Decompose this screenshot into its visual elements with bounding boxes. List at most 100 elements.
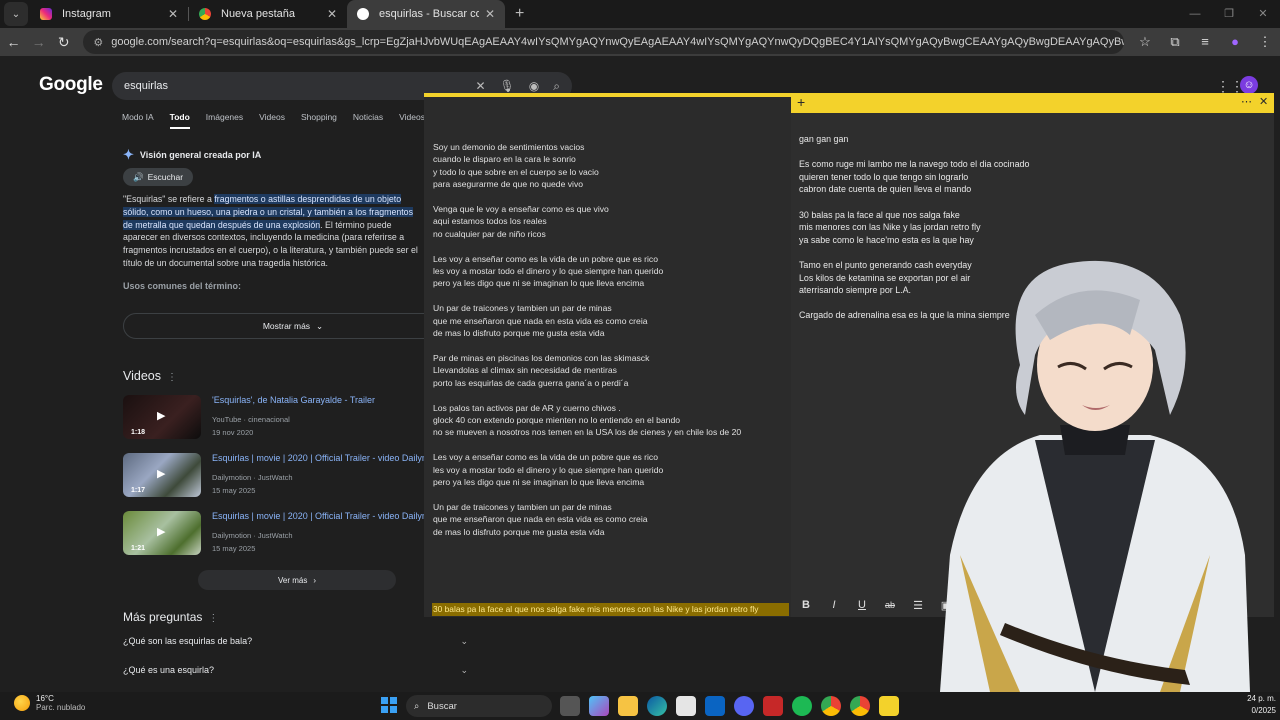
video-date: 19 nov 2020 [212, 428, 254, 437]
tab-videos[interactable]: Videos [259, 112, 285, 129]
lens-icon[interactable]: ◉ [529, 79, 539, 93]
video-date: 15 may 2025 [212, 544, 256, 553]
reload-icon[interactable]: ↻ [52, 34, 75, 51]
play-icon: ▶ [157, 526, 166, 538]
maximize-icon[interactable]: ❐ [1212, 0, 1246, 28]
bullet-list-icon[interactable]: ☰ [911, 599, 925, 612]
more-options-icon[interactable]: ⋯ [1241, 95, 1252, 108]
system-clock[interactable]: 24 p. m. 0/2025 [1236, 693, 1276, 717]
clock-date: 0/2025 [1251, 706, 1276, 715]
show-more-label: Mostrar más [262, 321, 311, 331]
taskbar-search[interactable]: ⌕ Buscar [406, 695, 552, 717]
video-result[interactable]: ▶ 1:17 Esquirlas | movie | 2020 | Offici… [123, 453, 433, 499]
taskbar: 16°C Parc. nublado ⌕ Buscar 24 p. m. 0/2… [0, 692, 1280, 720]
chrome-icon[interactable] [850, 696, 870, 716]
more-options-icon[interactable]: ⋮ [167, 372, 177, 383]
weather-condition: Parc. nublado [36, 703, 86, 712]
close-tab-icon[interactable]: ✕ [485, 7, 495, 21]
back-icon[interactable]: ← [2, 34, 25, 50]
strikethrough-icon[interactable]: ab [883, 600, 897, 610]
outlook-icon[interactable] [705, 696, 725, 716]
app-icon[interactable] [763, 696, 783, 716]
video-thumbnail[interactable]: ▶ 1:17 [123, 453, 201, 497]
copilot-icon[interactable] [589, 696, 609, 716]
tab-title: esquirlas - Buscar con Google [379, 8, 479, 20]
forward-icon[interactable]: → [27, 34, 50, 50]
site-info-icon[interactable]: ⚙ [93, 36, 103, 49]
store-icon[interactable] [676, 696, 696, 716]
tab-title: Nueva pestaña [221, 8, 295, 20]
video-title[interactable]: Esquirlas | movie | 2020 | Official Trai… [212, 453, 432, 463]
video-source: YouTube · cinenacional [212, 415, 290, 424]
edge-icon[interactable] [647, 696, 667, 716]
ver-mas-button[interactable]: Ver más › [198, 570, 396, 590]
more-options-icon[interactable]: ⋮ [208, 613, 218, 624]
question-item[interactable]: ¿Qué son las esquirlas de bala? ⌄ [123, 636, 468, 647]
extensions-icon[interactable]: ⧉ [1160, 34, 1190, 50]
video-title[interactable]: 'Esquirlas', de Natalia Garayalde - Trai… [212, 395, 432, 405]
mas-preguntas-title: Más preguntas [123, 610, 203, 624]
video-date: 15 may 2025 [212, 486, 256, 495]
video-result[interactable]: ▶ 1:21 Esquirlas | movie | 2020 | Offici… [123, 511, 433, 557]
sticky-title-bar[interactable]: + ⋯ ✕ [791, 93, 1274, 113]
mic-icon[interactable]: 🎙 [500, 79, 515, 93]
tab-new-tab[interactable]: Nueva pestaña ✕ [189, 0, 347, 28]
profile-icon[interactable]: ● [1220, 34, 1250, 50]
menu-icon[interactable]: ⋮ [1250, 34, 1280, 50]
close-tab-icon[interactable]: ✕ [327, 7, 337, 21]
spotify-icon[interactable] [792, 696, 812, 716]
sticky-notes-icon[interactable] [879, 696, 899, 716]
lyrics-text[interactable]: Soy un demonio de sentimientos vacios cu… [433, 141, 783, 538]
add-note-icon[interactable]: + [797, 94, 805, 110]
video-duration: 1:18 [131, 429, 146, 436]
video-title[interactable]: Esquirlas | movie | 2020 | Official Trai… [212, 511, 432, 521]
weather-widget[interactable]: 16°C Parc. nublado [14, 694, 85, 712]
tab-shopping[interactable]: Shopping [301, 112, 337, 129]
tab-instagram[interactable]: Instagram ✕ [30, 0, 188, 28]
ai-overview-heading: ✦ Visión general creada por IA [123, 147, 261, 163]
video-result[interactable]: ▶ 1:18 'Esquirlas', de Natalia Garayalde… [123, 395, 433, 441]
url-text: google.com/search?q=esquirlas&oq=esquirl… [111, 36, 1124, 48]
show-more-button[interactable]: Mostrar más ⌄ [123, 313, 463, 339]
video-thumbnail[interactable]: ▶ 1:18 [123, 395, 201, 439]
chevron-down-icon: ⌄ [460, 665, 468, 675]
chrome-icon[interactable] [821, 696, 841, 716]
address-bar[interactable]: ⚙ google.com/search?q=esquirlas&oq=esqui… [83, 30, 1124, 54]
close-icon[interactable]: ✕ [1259, 95, 1268, 108]
discord-icon[interactable] [734, 696, 754, 716]
account-avatar[interactable]: ☺ [1240, 76, 1258, 94]
close-window-icon[interactable]: ✕ [1246, 0, 1280, 28]
tab-noticias[interactable]: Noticias [353, 112, 383, 129]
tab-imagenes[interactable]: Imágenes [206, 112, 243, 129]
bookmark-star-icon[interactable]: ☆ [1130, 34, 1160, 50]
browser-toolbar: ← → ↻ ⚙ google.com/search?q=esquirlas&oq… [0, 28, 1280, 56]
google-icon [357, 8, 369, 20]
new-tab-button[interactable]: + [515, 5, 524, 23]
video-source: Dailymotion · JustWatch [212, 531, 293, 540]
video-thumbnail[interactable]: ▶ 1:21 [123, 511, 201, 555]
tab-modo-ia[interactable]: Modo IA [122, 112, 154, 129]
tab-google-search[interactable]: esquirlas - Buscar con Google ✕ [347, 0, 505, 28]
windows-start-icon[interactable] [381, 697, 397, 713]
google-logo[interactable]: Google [39, 74, 103, 96]
minimize-icon[interactable]: — [1178, 0, 1212, 28]
chrome-icon [199, 8, 211, 20]
clear-icon[interactable]: ✕ [475, 79, 485, 93]
listen-button[interactable]: 🔊 Escuchar [123, 168, 194, 186]
media-icon[interactable]: ≡ [1190, 34, 1220, 50]
bold-icon[interactable]: B [799, 599, 813, 611]
ai-overview-title: Visión general creada por IA [139, 150, 262, 160]
tab-todo[interactable]: Todo [169, 112, 190, 129]
question-text: ¿Qué es una esquirla? [123, 665, 215, 675]
question-item[interactable]: ¿Qué es una esquirla? ⌄ [123, 665, 468, 676]
tab-search-button[interactable]: ⌄ [4, 2, 28, 26]
search-query[interactable]: esquirlas [124, 80, 461, 92]
search-icon[interactable]: ⌕ [553, 79, 560, 94]
file-explorer-icon[interactable] [618, 696, 638, 716]
task-view-icon[interactable] [560, 696, 580, 716]
window-controls: — ❐ ✕ [1178, 0, 1280, 28]
close-tab-icon[interactable]: ✕ [168, 7, 178, 21]
italic-icon[interactable]: I [827, 599, 841, 611]
question-text: ¿Qué son las esquirlas de bala? [123, 636, 253, 646]
underline-icon[interactable]: U [855, 599, 869, 611]
